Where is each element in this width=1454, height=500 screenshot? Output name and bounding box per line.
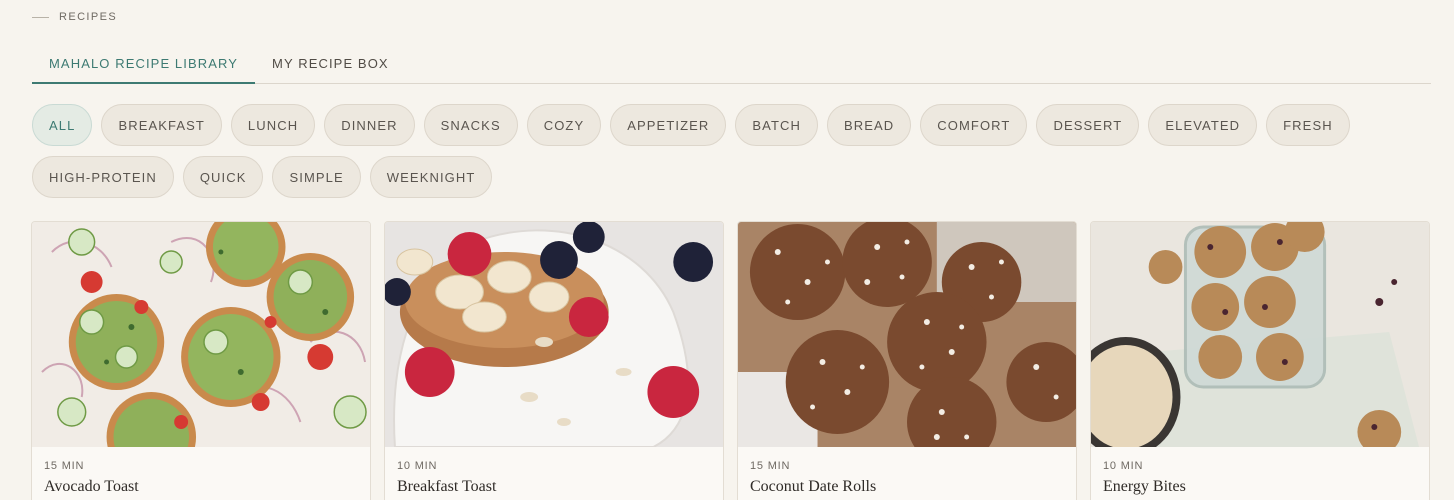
filter-chip-simple[interactable]: SIMPLE [272, 156, 361, 198]
filter-chip-bread[interactable]: BREAD [826, 104, 912, 146]
recipe-tabs: MAHALO RECIPE LIBRARY MY RECIPE BOX [32, 45, 1431, 84]
filter-chip-dinner[interactable]: DINNER [324, 104, 415, 146]
recipe-title: Coconut Date Rolls [750, 478, 877, 495]
category-filters: ALL BREAKFAST LUNCH DINNER SNACKS COZY A… [32, 104, 1432, 198]
recipe-time: 15 MIN [750, 460, 791, 472]
filter-chip-elevated[interactable]: ELEVATED [1148, 104, 1258, 146]
recipe-card-coconut-date-rolls[interactable]: 15 MIN Coconut Date Rolls [737, 221, 1077, 500]
coconut-date-rolls-photo [738, 222, 1076, 447]
recipe-time: 10 MIN [397, 460, 438, 472]
recipe-title: Energy Bites [1103, 478, 1186, 495]
recipe-grid: 15 MIN Avocado Toast 10 MIN Breakfast To… [31, 221, 1430, 500]
energy-bites-photo [1091, 222, 1429, 447]
filter-chip-weeknight[interactable]: WEEKNIGHT [369, 156, 493, 198]
recipe-title: Breakfast Toast [397, 478, 497, 495]
avocado-toast-photo [32, 222, 370, 447]
filter-chip-cozy[interactable]: COZY [526, 104, 602, 146]
filter-chip-high-protein[interactable]: HIGH-PROTEIN [32, 156, 174, 198]
filter-chip-comfort[interactable]: COMFORT [920, 104, 1028, 146]
recipe-time: 15 MIN [44, 460, 85, 472]
recipe-title: Avocado Toast [44, 478, 139, 495]
filter-chip-breakfast[interactable]: BREAKFAST [101, 104, 222, 146]
filter-chip-fresh[interactable]: FRESH [1266, 104, 1350, 146]
section-eyebrow: RECIPES [32, 11, 117, 23]
recipe-time: 10 MIN [1103, 460, 1144, 472]
breakfast-toast-photo [385, 222, 723, 447]
recipe-card-breakfast-toast[interactable]: 10 MIN Breakfast Toast [384, 221, 724, 500]
recipe-card-avocado-toast[interactable]: 15 MIN Avocado Toast [31, 221, 371, 500]
recipe-card-energy-bites[interactable]: 10 MIN Energy Bites [1090, 221, 1430, 500]
filter-chip-all[interactable]: ALL [32, 104, 93, 146]
filter-chip-appetizer[interactable]: APPETIZER [610, 104, 727, 146]
filter-chip-lunch[interactable]: LUNCH [230, 104, 316, 146]
tab-my-recipe-box[interactable]: MY RECIPE BOX [255, 45, 406, 84]
filter-chip-batch[interactable]: BATCH [735, 104, 818, 146]
filter-chip-snacks[interactable]: SNACKS [423, 104, 518, 146]
tab-mahalo-recipe-library[interactable]: MAHALO RECIPE LIBRARY [32, 45, 256, 84]
filter-chip-quick[interactable]: QUICK [182, 156, 264, 198]
eyebrow-line [32, 16, 49, 18]
section-label: RECIPES [59, 11, 118, 23]
filter-chip-dessert[interactable]: DESSERT [1036, 104, 1140, 146]
